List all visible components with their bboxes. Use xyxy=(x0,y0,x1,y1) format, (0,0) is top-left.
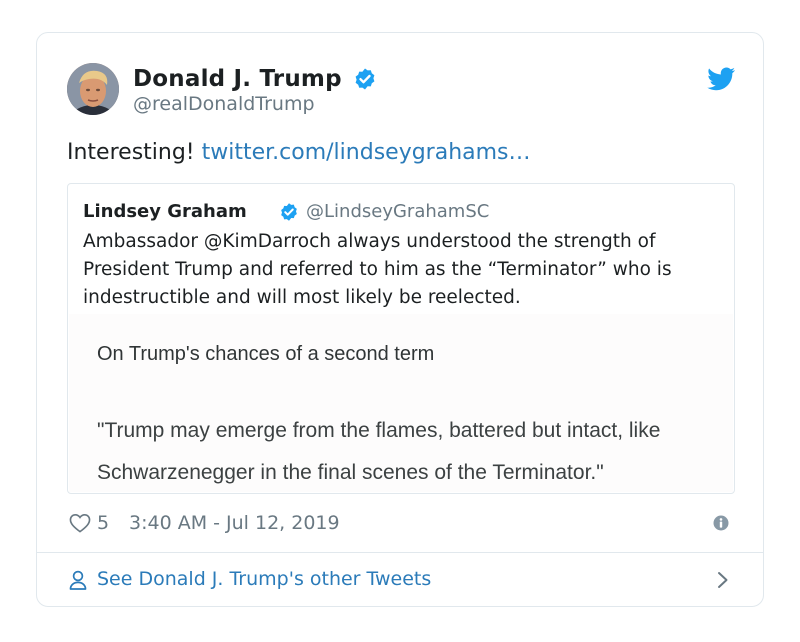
chevron-right-icon[interactable] xyxy=(717,571,729,589)
quoted-author-handle[interactable]: @LindseyGrahamSC xyxy=(306,201,489,222)
other-tweets-label[interactable]: See Donald J. Trump's other Tweets xyxy=(97,568,431,590)
tweet-timestamp[interactable]: 3:40 AM - Jul 12, 2019 xyxy=(129,512,340,534)
verified-badge-icon xyxy=(281,203,297,221)
avatar-image xyxy=(67,63,119,115)
media-quote: "Trump may emerge from the flames, batte… xyxy=(97,419,661,484)
embedded-tweet-card: Donald J. Trump @realDonaldTrump Interes… xyxy=(36,32,764,607)
tweet-text: Interesting! twitter.com/lindseygrahams… xyxy=(67,140,531,165)
person-icon xyxy=(69,570,87,590)
twitter-bird-icon[interactable] xyxy=(707,67,735,91)
like-count[interactable]: 5 xyxy=(97,512,109,534)
tweet-body: Interesting! xyxy=(67,140,195,165)
author-name[interactable]: Donald J. Trump xyxy=(133,66,342,92)
author-handle[interactable]: @realDonaldTrump xyxy=(133,93,315,115)
verified-badge-icon xyxy=(355,68,375,90)
quoted-author-name[interactable]: Lindsey Graham xyxy=(83,201,247,222)
author-avatar[interactable] xyxy=(67,63,119,115)
tweet-link[interactable]: twitter.com/lindseygrahams… xyxy=(202,140,531,165)
info-icon[interactable] xyxy=(713,515,729,531)
quoted-tweet-text: Ambassador @KimDarroch always understood… xyxy=(83,231,672,308)
media-heading: On Trump's chances of a second term xyxy=(97,343,435,365)
other-tweets-link[interactable]: See Donald J. Trump's other Tweets xyxy=(37,553,763,606)
quoted-tweet[interactable]: Lindsey Graham @LindseyGrahamSC Ambassad… xyxy=(67,183,735,494)
heart-icon[interactable] xyxy=(69,513,91,533)
quoted-media-image[interactable]: On Trump's chances of a second term "Tru… xyxy=(69,314,733,492)
